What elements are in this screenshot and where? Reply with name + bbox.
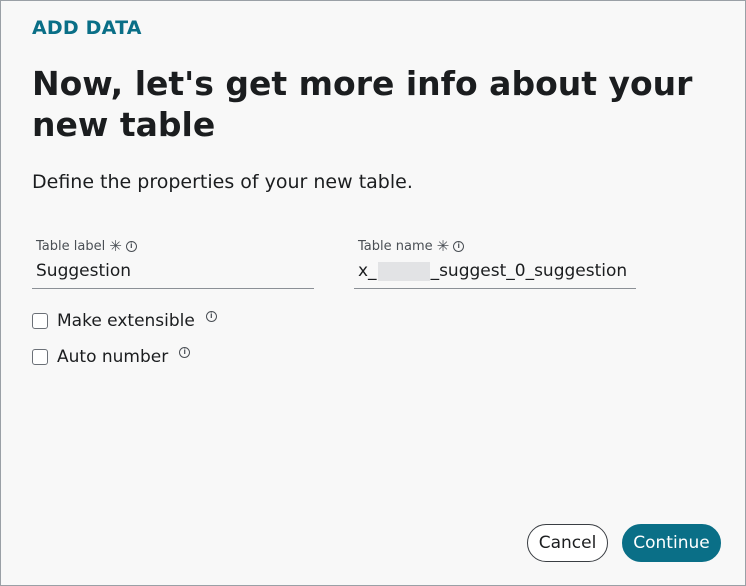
auto-number-label[interactable]: Auto number bbox=[57, 347, 168, 367]
table-name-input[interactable]: x_ _suggest_0_suggestion bbox=[358, 261, 627, 281]
make-extensible-label[interactable]: Make extensible bbox=[57, 311, 195, 331]
add-data-dialog: ADD DATA Now, let's get more info about … bbox=[0, 0, 746, 586]
table-name-underline bbox=[354, 288, 636, 289]
dialog-subtitle: Define the properties of your new table. bbox=[32, 171, 413, 193]
info-icon[interactable]: i bbox=[453, 241, 465, 252]
continue-button[interactable]: Continue bbox=[622, 524, 721, 562]
info-icon[interactable]: i bbox=[205, 310, 217, 322]
table-label-caption: Table label ✳ i bbox=[36, 239, 137, 254]
make-extensible-checkbox[interactable] bbox=[32, 313, 48, 329]
cancel-button[interactable]: Cancel bbox=[527, 524, 608, 562]
auto-number-checkbox[interactable] bbox=[32, 349, 48, 365]
redacted-block bbox=[377, 261, 430, 281]
info-icon[interactable]: i bbox=[125, 241, 137, 252]
table-name-text: Table name bbox=[358, 239, 433, 254]
table-label-text: Table label bbox=[36, 239, 106, 254]
required-asterisk-icon: ✳ bbox=[109, 237, 122, 255]
auto-number-option: Auto number i bbox=[32, 346, 191, 367]
dialog-eyebrow: ADD DATA bbox=[32, 17, 142, 39]
table-name-prefix: x_ bbox=[358, 261, 377, 281]
table-name-field: Table name ✳ i x_ _suggest_0_suggestion bbox=[354, 239, 636, 289]
dialog-title: Now, let's get more info about your new … bbox=[32, 64, 693, 144]
info-icon[interactable]: i bbox=[179, 346, 191, 358]
table-label-input[interactable] bbox=[36, 261, 306, 281]
table-name-suffix: _suggest_0_suggestion bbox=[430, 261, 628, 281]
table-name-caption: Table name ✳ i bbox=[358, 237, 465, 255]
required-asterisk-icon: ✳ bbox=[436, 237, 450, 255]
table-label-underline bbox=[32, 288, 314, 289]
table-label-field: Table label ✳ i bbox=[32, 239, 314, 289]
make-extensible-option: Make extensible i bbox=[32, 310, 217, 331]
